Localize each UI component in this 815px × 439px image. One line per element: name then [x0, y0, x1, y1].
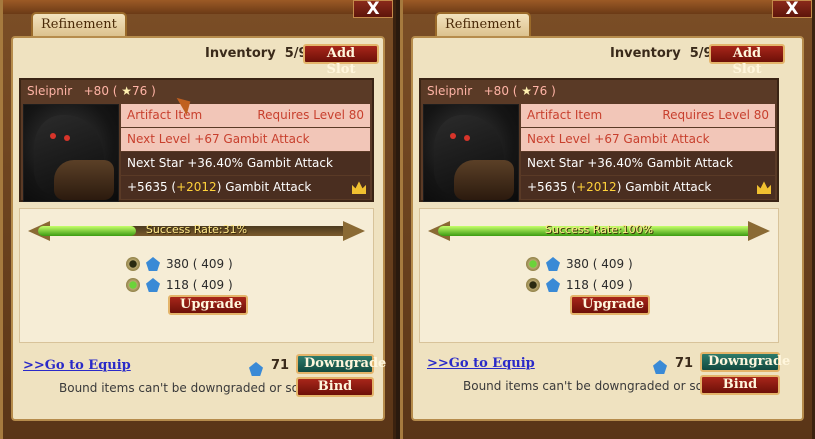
gem-count: 71: [675, 356, 694, 371]
radio-button[interactable]: [526, 257, 540, 271]
item-name: Sleipnir: [27, 84, 73, 98]
next-star-text: Next Star +36.40% Gambit Attack: [527, 156, 733, 170]
star-count: 76: [132, 84, 148, 98]
attack-bonus: +2012: [576, 180, 617, 194]
item-type: Artifact Item: [527, 108, 603, 122]
item-header: Sleipnir +80 ( ★76 ): [21, 80, 372, 102]
close-button[interactable]: X: [353, 0, 393, 18]
armor: [454, 160, 514, 200]
gem-count: 71: [271, 358, 290, 373]
sleipnir-portrait[interactable]: [23, 104, 119, 202]
inventory-count: Inventory 5/9: [205, 46, 308, 61]
success-rate-label: Success Rate:100%: [544, 223, 654, 236]
next-level-text: Next Level +67 Gambit Attack: [527, 132, 710, 146]
gem-icon: [546, 257, 560, 271]
eye: [50, 133, 56, 139]
add-slot-button[interactable]: Add Slot: [303, 44, 379, 77]
gem-icon: [249, 362, 263, 376]
star-icon: ★: [121, 84, 133, 98]
item-box: Sleipnir +80 ( ★76 ) Artifact Item Requi…: [419, 78, 779, 202]
upgrade-button[interactable]: Upgrade: [168, 295, 248, 315]
success-rate-box: Success Rate:31% 380 ( 409 ) 118 ( 409 )…: [19, 208, 374, 343]
tab-refinement[interactable]: Refinement: [31, 12, 127, 38]
attack-row: +5635 (+2012) Gambit Attack: [121, 176, 370, 199]
next-level-row: Next Level +67 Gambit Attack: [121, 128, 370, 151]
go-to-equip-link[interactable]: >>Go to Equip: [23, 358, 131, 373]
item-type-row: Artifact Item Requires Level 80: [121, 104, 370, 127]
item-info: Artifact Item Requires Level 80 Next Lev…: [521, 104, 775, 199]
crown-icon: [352, 181, 366, 194]
inventory-count: Inventory 5/9: [610, 46, 713, 61]
inventory-label: Inventory: [205, 46, 276, 61]
next-level-text: Next Level +67 Gambit Attack: [127, 132, 310, 146]
attack-row: +5635 (+2012) Gambit Attack: [521, 176, 775, 199]
item-header: Sleipnir +80 ( ★76 ): [421, 80, 777, 102]
tab-refinement[interactable]: Refinement: [435, 12, 531, 38]
close-button[interactable]: X: [772, 0, 812, 18]
add-slot-button[interactable]: Add Slot: [709, 44, 785, 77]
next-star-text: Next Star +36.40% Gambit Attack: [127, 156, 333, 170]
gem-icon: [546, 278, 560, 292]
success-rate-label: Success Rate:31%: [145, 223, 248, 236]
eye: [64, 135, 70, 141]
next-star-row: Next Star +36.40% Gambit Attack: [121, 152, 370, 175]
item-box: Sleipnir +80 ( ★76 ) Artifact Item Requi…: [19, 78, 374, 202]
downgrade-button[interactable]: Downgrade: [296, 354, 386, 374]
item-stars: ( ★76 ): [112, 84, 156, 98]
gem-icon: [146, 278, 160, 292]
star-count: 76: [532, 84, 548, 98]
panel-content: Inventory 5/9 Add Slot Sleipnir +80 ( ★7…: [11, 36, 386, 421]
sleipnir-portrait[interactable]: [423, 104, 519, 202]
eye: [450, 133, 456, 139]
crown-icon: [757, 181, 771, 194]
attack-bonus: +2012: [176, 180, 217, 194]
refinement-panel-right: X Refinement Inventory 5/9 Add Slot Slei…: [400, 0, 815, 439]
radio-button[interactable]: [126, 257, 140, 271]
item-level: +80: [83, 84, 109, 98]
material-qty: 380 ( 409 ): [566, 257, 633, 271]
panel-content: Inventory 5/9 Add Slot Sleipnir +80 ( ★7…: [411, 36, 804, 421]
item-requirement: Requires Level 80: [662, 108, 769, 122]
go-to-equip-link[interactable]: >>Go to Equip: [427, 356, 535, 371]
item-stars: ( ★76 ): [512, 84, 556, 98]
refinement-panel-left: X Refinement Inventory 5/9 Add Slot Slei…: [0, 0, 396, 439]
attack-base: +5635: [527, 180, 568, 194]
gem-icon: [653, 360, 667, 374]
gem-icon: [146, 257, 160, 271]
success-rate-box: Success Rate:100% 380 ( 409 ) 118 ( 409 …: [419, 208, 779, 343]
bind-button[interactable]: Bind: [296, 377, 374, 397]
upgrade-button[interactable]: Upgrade: [570, 295, 650, 315]
attack-label: Gambit Attack: [625, 180, 712, 194]
item-level: +80: [483, 84, 509, 98]
radio-button[interactable]: [526, 278, 540, 292]
inventory-label: Inventory: [610, 46, 681, 61]
item-type-row: Artifact Item Requires Level 80: [521, 104, 775, 127]
material-qty: 118 ( 409 ): [166, 278, 233, 292]
next-level-row: Next Level +67 Gambit Attack: [521, 128, 775, 151]
item-info: Artifact Item Requires Level 80 Next Lev…: [121, 104, 370, 199]
downgrade-button[interactable]: Downgrade: [700, 352, 790, 372]
attack-base: +5635: [127, 180, 168, 194]
material-qty: 118 ( 409 ): [566, 278, 633, 292]
next-star-row: Next Star +36.40% Gambit Attack: [521, 152, 775, 175]
attack-label: Gambit Attack: [225, 180, 312, 194]
radio-button[interactable]: [126, 278, 140, 292]
bind-button[interactable]: Bind: [700, 375, 780, 395]
bind-note: Bound items can't be downgraded or sold.: [463, 379, 718, 393]
star-icon: ★: [521, 84, 533, 98]
material-qty: 380 ( 409 ): [166, 257, 233, 271]
eye: [464, 135, 470, 141]
item-requirement: Requires Level 80: [257, 108, 364, 122]
bind-note: Bound items can't be downgraded or sold.: [59, 381, 314, 395]
success-rate-bar: Success Rate:31%: [28, 219, 365, 243]
success-rate-bar: Success Rate:100%: [428, 219, 770, 243]
item-name: Sleipnir: [427, 84, 473, 98]
armor: [54, 160, 114, 200]
